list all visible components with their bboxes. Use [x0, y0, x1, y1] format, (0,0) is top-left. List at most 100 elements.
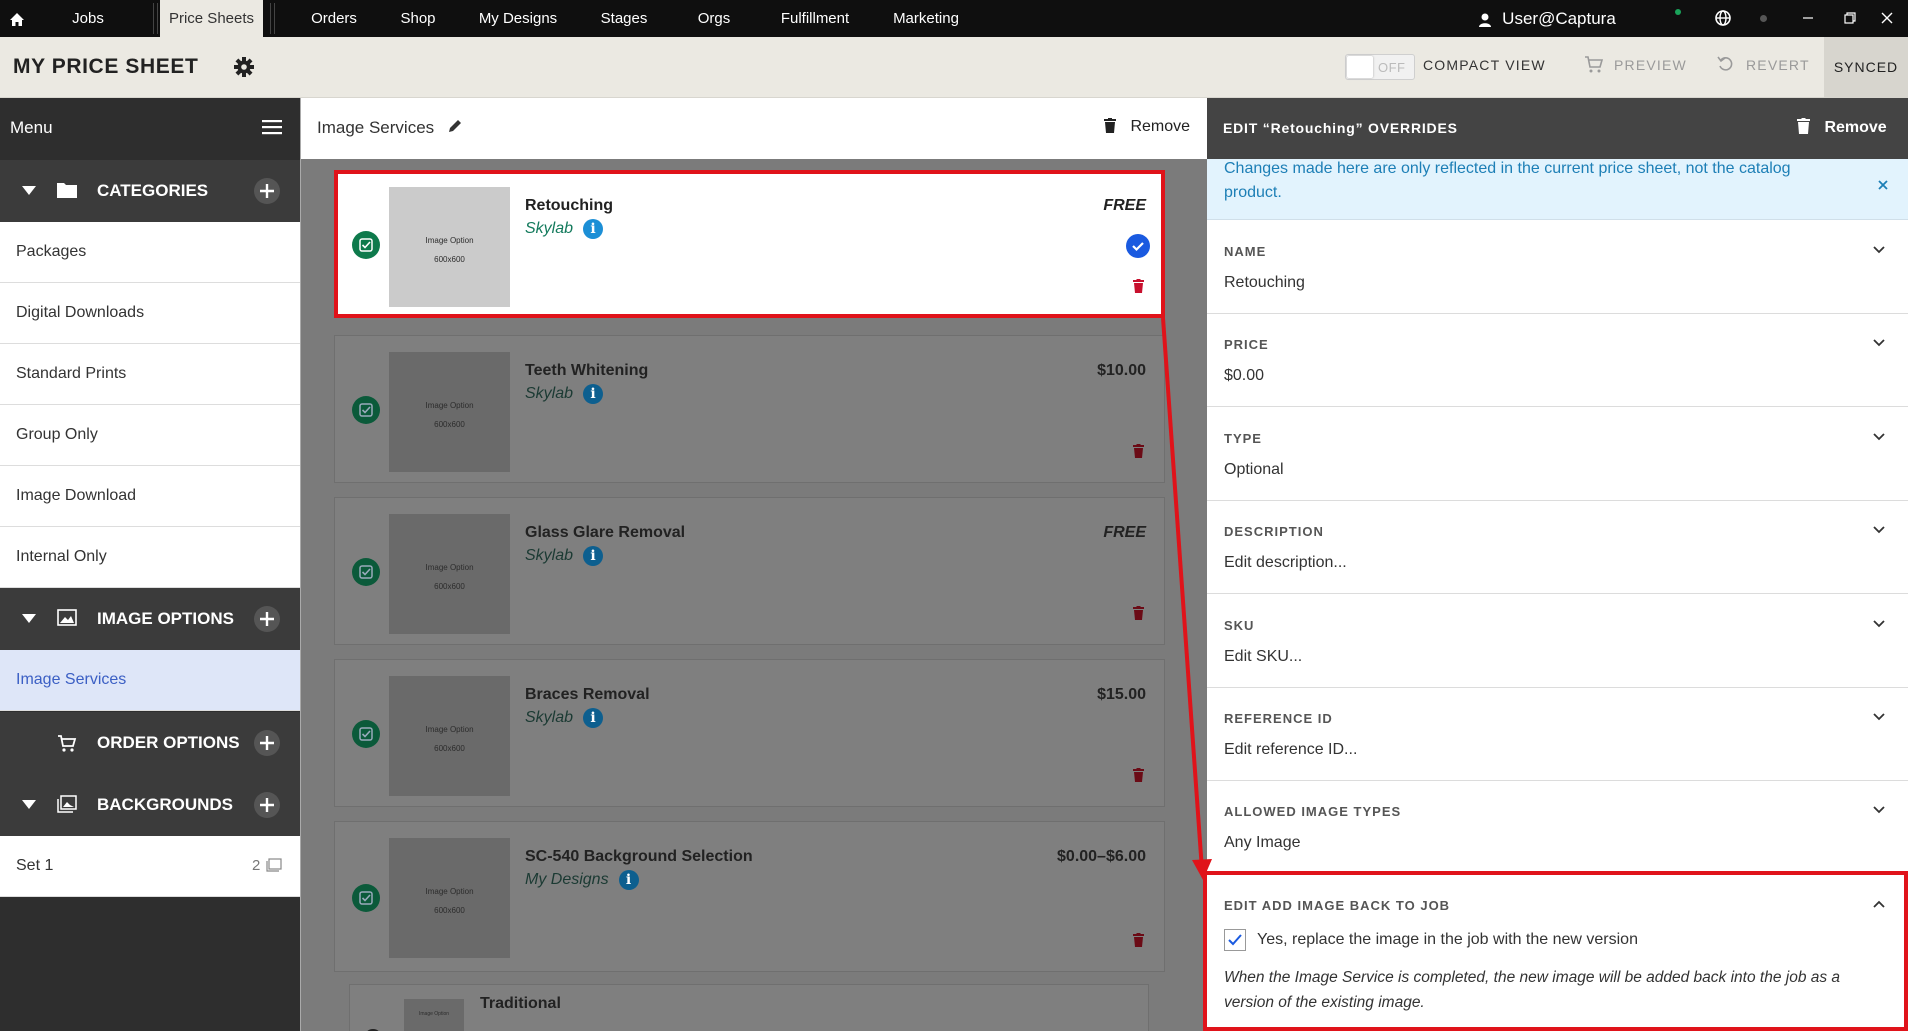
chevron-down-icon[interactable] — [1872, 525, 1886, 535]
delete-icon[interactable] — [1133, 933, 1144, 947]
field-value[interactable]: Any Image — [1224, 834, 1300, 852]
info-icon[interactable]: i — [583, 384, 604, 404]
checked-icon[interactable] — [352, 884, 380, 912]
restore-icon[interactable] — [1837, 0, 1863, 37]
checked-icon[interactable] — [352, 396, 380, 424]
sidebar-item-digital-downloads[interactable]: Digital Downloads — [0, 283, 300, 344]
add-category-icon[interactable] — [254, 178, 280, 204]
image-service-card[interactable]: Image Option 600x600 Braces Removal Skyla… — [334, 659, 1165, 807]
nav-stages[interactable]: Stages — [594, 0, 654, 37]
nav-fulfillment[interactable]: Fulfillment — [775, 0, 855, 37]
field-description[interactable]: DESCRIPTION Edit description... — [1207, 501, 1908, 594]
info-icon[interactable]: i — [618, 870, 639, 890]
nav-shop[interactable]: Shop — [392, 0, 444, 37]
sidebar-item-standard-prints[interactable]: Standard Prints — [0, 344, 300, 405]
thumb-text: Image Option — [425, 401, 474, 410]
minimize-icon[interactable] — [1795, 0, 1821, 37]
images-icon — [266, 858, 282, 872]
close-icon[interactable] — [1877, 179, 1889, 191]
overrides-title: EDIT “Retouching” OVERRIDES — [1223, 120, 1458, 136]
field-price[interactable]: PRICE $0.00 — [1207, 314, 1908, 407]
chevron-down-icon[interactable] — [1872, 805, 1886, 815]
field-label: REFERENCE ID — [1224, 711, 1333, 726]
categories-section[interactable]: CATEGORIES — [0, 160, 300, 222]
add-image-option-icon[interactable] — [254, 606, 280, 632]
field-label: NAME — [1224, 244, 1267, 259]
caret-down-icon — [22, 614, 36, 624]
remove-category-button[interactable]: Remove — [1104, 118, 1190, 136]
field-allowed-image-types[interactable]: ALLOWED IMAGE TYPES Any Image — [1207, 781, 1908, 874]
globe-icon[interactable] — [1714, 0, 1738, 37]
sidebar-item-packages[interactable]: Packages — [0, 222, 300, 283]
field-value[interactable]: Optional — [1224, 461, 1284, 479]
revert-button[interactable]: REVERT — [1716, 56, 1810, 73]
sidebar-item-internal-only[interactable]: Internal Only — [0, 527, 300, 588]
edit-pencil-icon[interactable] — [447, 118, 463, 134]
field-sku[interactable]: SKU Edit SKU... — [1207, 595, 1908, 688]
chevron-down-icon[interactable] — [1872, 712, 1886, 722]
image-service-card[interactable]: Image Option 600x600 Retouching Skylab i F… — [334, 170, 1165, 318]
preview-button[interactable]: PREVIEW — [1584, 56, 1687, 73]
delete-icon[interactable] — [1133, 768, 1144, 782]
info-icon[interactable]: i — [583, 219, 604, 239]
checked-icon[interactable] — [352, 231, 380, 259]
sidebar-item-group-only[interactable]: Group Only — [0, 405, 300, 466]
add-background-icon[interactable] — [254, 792, 280, 818]
field-reference-id[interactable]: REFERENCE ID Edit reference ID... — [1207, 688, 1908, 781]
toggle-state: OFF — [1378, 60, 1406, 75]
delete-icon[interactable] — [1133, 444, 1144, 458]
caret-down-icon — [22, 800, 36, 810]
service-vendor: Skylab i — [525, 384, 604, 404]
field-value[interactable]: Edit SKU... — [1224, 648, 1302, 666]
image-service-card[interactable]: Image Option 600x600 Teeth Whitening Skyl… — [334, 335, 1165, 483]
toggle-knob — [1347, 56, 1373, 78]
image-service-card[interactable]: Image Option 600x600 Glass Glare Removal … — [334, 497, 1165, 645]
chevron-down-icon[interactable] — [1872, 245, 1886, 255]
menu-label: Menu — [10, 118, 53, 137]
chevron-down-icon[interactable] — [1872, 432, 1886, 442]
field-type[interactable]: TYPE Optional — [1207, 408, 1908, 501]
nav-price-sheets[interactable]: Price Sheets — [160, 0, 263, 37]
sidebar-item-image-services[interactable]: Image Services — [0, 650, 300, 711]
compact-view-toggle[interactable]: OFF — [1345, 54, 1415, 80]
image-service-card[interactable]: Image Option 600x600 SC-540 Background Se… — [334, 821, 1165, 972]
chevron-up-icon[interactable] — [1872, 899, 1886, 909]
nav-my-designs[interactable]: My Designs — [472, 0, 564, 37]
sidebar-item-image-download[interactable]: Image Download — [0, 466, 300, 527]
nav-orders[interactable]: Orders — [300, 0, 368, 37]
info-icon[interactable]: i — [583, 708, 604, 728]
order-options-section[interactable]: ORDER OPTIONS — [0, 712, 300, 774]
add-order-option-icon[interactable] — [254, 730, 280, 756]
sidebar-item-label: Digital Downloads — [16, 304, 145, 321]
checkbox-label[interactable]: Yes, replace the image in the job with t… — [1257, 931, 1638, 949]
thumb-size: 600x600 — [434, 744, 465, 753]
nav-jobs[interactable]: Jobs — [58, 0, 118, 37]
field-value[interactable]: Edit reference ID... — [1224, 741, 1357, 759]
field-value[interactable]: $0.00 — [1224, 367, 1264, 385]
sidebar-item-set-1[interactable]: Set 1 2 — [0, 836, 300, 897]
checked-icon[interactable] — [352, 720, 380, 748]
user-name: User@Captura — [1502, 9, 1616, 28]
user-menu[interactable]: User@Captura — [1478, 0, 1638, 37]
remove-override-button[interactable]: Remove — [1797, 118, 1887, 137]
chevron-down-icon[interactable] — [1872, 338, 1886, 348]
checked-icon[interactable] — [352, 558, 380, 586]
chevron-down-icon[interactable] — [1872, 619, 1886, 629]
home-icon[interactable] — [8, 0, 38, 37]
image-service-card[interactable]: Image Option Traditional — [349, 984, 1149, 1031]
replace-image-checkbox[interactable] — [1224, 929, 1246, 951]
field-value[interactable]: Edit description... — [1224, 554, 1347, 572]
hamburger-icon[interactable] — [262, 119, 282, 135]
field-value[interactable]: Retouching — [1224, 274, 1305, 292]
info-icon[interactable]: i — [583, 546, 604, 566]
service-name: Teeth Whitening — [525, 362, 649, 379]
delete-icon[interactable] — [1133, 279, 1144, 293]
nav-orgs[interactable]: Orgs — [690, 0, 738, 37]
image-options-section[interactable]: IMAGE OPTIONS — [0, 588, 300, 650]
field-name[interactable]: NAME Retouching — [1207, 221, 1908, 314]
gear-icon[interactable] — [233, 56, 255, 78]
close-window-icon[interactable] — [1874, 0, 1900, 37]
backgrounds-section[interactable]: BACKGROUNDS — [0, 774, 300, 836]
delete-icon[interactable] — [1133, 606, 1144, 620]
nav-marketing[interactable]: Marketing — [885, 0, 967, 37]
